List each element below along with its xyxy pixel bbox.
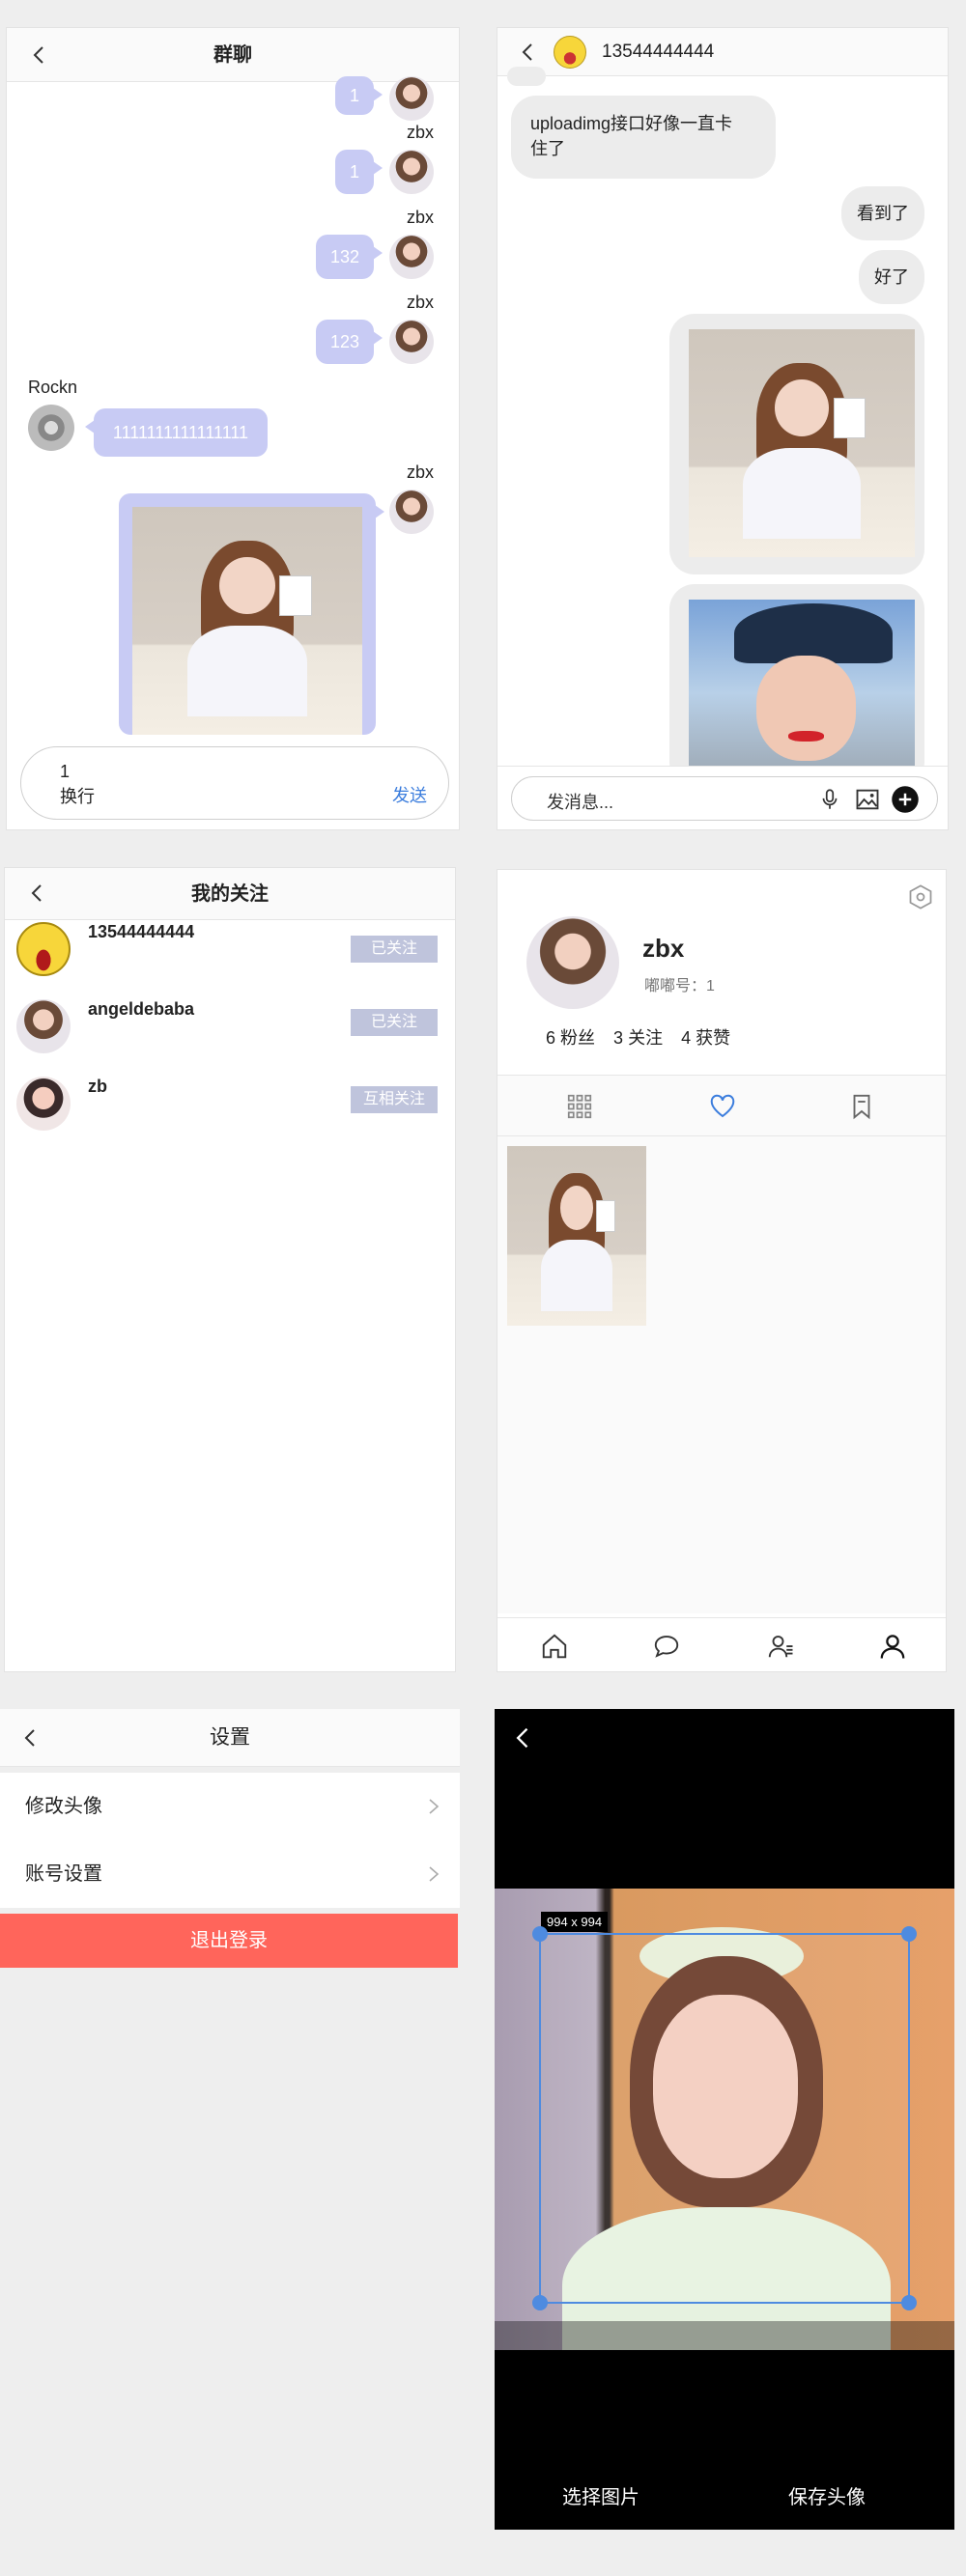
avatar[interactable] — [389, 76, 434, 121]
back-icon[interactable] — [19, 1726, 43, 1750]
choose-image-button[interactable]: 选择图片 — [562, 2481, 639, 2509]
message-input[interactable]: 发消息... — [511, 776, 938, 821]
settings-item-account[interactable]: 账号设置 — [0, 1840, 460, 1908]
page-title: 我的关注 — [191, 883, 269, 905]
following-panel: 我的关注 13544444444 已关注 angeldebaba 已关注 zb … — [4, 867, 456, 1672]
group-chat-panel: 群聊 1 zbx 1 zbx 132 zbx 123 Rockn 1111111… — [6, 27, 460, 830]
direct-chat-header: 13544444444 — [497, 28, 948, 76]
following-header: 我的关注 — [5, 868, 455, 920]
save-avatar-button[interactable]: 保存头像 — [788, 2481, 866, 2509]
username-label: zbx — [407, 123, 435, 142]
avatar — [16, 1077, 71, 1131]
crop-handle[interactable] — [901, 2295, 917, 2310]
liked-post-thumbnail[interactable] — [507, 1146, 646, 1326]
group-chat-header: 群聊 — [7, 28, 459, 82]
follow-button[interactable]: 已关注 — [351, 936, 438, 963]
friends-icon[interactable] — [766, 1632, 795, 1661]
list-item[interactable]: 13544444444 已关注 — [5, 920, 455, 994]
followers-count[interactable]: 6 粉丝 — [546, 1028, 595, 1048]
crop-box[interactable]: 994 x 994 — [532, 1912, 917, 2310]
profile-tabs — [497, 1075, 946, 1136]
back-icon[interactable] — [28, 43, 51, 67]
settings-item-avatar[interactable]: 修改头像 — [0, 1773, 460, 1840]
profile-icon[interactable] — [878, 1632, 907, 1661]
chevron-right-icon — [429, 1866, 440, 1882]
follow-button[interactable]: 已关注 — [351, 1009, 438, 1036]
image-message[interactable] — [119, 493, 384, 735]
username-label: zbx — [407, 293, 435, 312]
message-bubble[interactable]: 看到了 — [841, 186, 924, 240]
username-label: Rockn — [28, 378, 78, 397]
settings-header: 设置 — [0, 1709, 460, 1767]
message-bubble[interactable]: 好了 — [859, 250, 924, 304]
crop-size-label: 994 x 994 — [541, 1912, 609, 1932]
direct-chat-panel: 13544444444 uploadimg接口好像一直卡 住了 看到了 好了 发… — [497, 27, 949, 830]
crop-dim-bottom — [495, 2321, 954, 2350]
username-label: zbx — [407, 462, 435, 482]
chevron-right-icon — [429, 1799, 440, 1814]
username-label: zbx — [407, 208, 435, 227]
crop-handle[interactable] — [532, 1926, 548, 1942]
back-icon[interactable] — [517, 41, 540, 64]
page-title: 设置 — [210, 1726, 250, 1749]
grid-icon[interactable] — [565, 1092, 594, 1121]
contact-avatar-icon — [554, 36, 586, 69]
logout-button[interactable]: 退出登录 — [0, 1914, 458, 1968]
avatar[interactable] — [28, 405, 74, 451]
list-item[interactable]: angeldebaba 已关注 — [5, 994, 455, 1071]
microphone-icon[interactable] — [817, 787, 842, 812]
avatar[interactable] — [389, 320, 434, 364]
message-bubble[interactable]: uploadimg接口好像一直卡 住了 — [511, 96, 776, 179]
back-icon[interactable] — [26, 882, 49, 905]
user-name: zb — [88, 1077, 107, 1096]
image-icon[interactable] — [854, 786, 881, 813]
message-input[interactable]: 1 换行 — [60, 759, 95, 809]
image-message[interactable] — [669, 584, 924, 787]
chat-image — [689, 600, 915, 787]
page-title: 13544444444 — [602, 42, 715, 62]
message-bubble[interactable] — [507, 67, 546, 86]
likes-count[interactable]: 4 获赞 — [681, 1028, 730, 1048]
message-input-bar: 发消息... — [497, 766, 948, 829]
home-icon[interactable] — [540, 1632, 569, 1661]
message-bubble[interactable]: 1 — [335, 150, 383, 194]
page-title: 群聊 — [213, 44, 252, 66]
chat-image — [132, 507, 362, 735]
avatar-cropper-panel: 994 x 994 选择图片 保存头像 — [495, 1709, 954, 2530]
bookmark-icon[interactable] — [847, 1092, 876, 1121]
avatar[interactable] — [389, 490, 434, 534]
bottom-nav — [497, 1617, 946, 1671]
profile-panel: zbx 嘟嘟号：1 6 粉丝 3 关注 4 获赞 — [497, 869, 947, 1672]
following-count[interactable]: 3 关注 — [613, 1028, 663, 1048]
image-message[interactable] — [669, 314, 924, 574]
avatar[interactable] — [389, 235, 434, 279]
message-bubble[interactable]: 1 — [335, 76, 383, 115]
settings-panel: 设置 修改头像 账号设置 退出登录 — [0, 1709, 460, 2532]
heart-icon[interactable] — [708, 1092, 737, 1121]
crop-handle[interactable] — [901, 1926, 917, 1942]
follow-button[interactable]: 互相关注 — [351, 1086, 438, 1113]
avatar — [16, 999, 71, 1053]
crop-handle[interactable] — [532, 2295, 548, 2310]
emoji-avatar-icon — [16, 922, 71, 976]
profile-avatar[interactable] — [526, 916, 619, 1009]
settings-hexagon-icon[interactable] — [907, 883, 934, 910]
profile-stats: 6 粉丝 3 关注 4 获赞 — [546, 1024, 730, 1050]
user-name: angeldebaba — [88, 999, 195, 1019]
message-bubble[interactable]: 123 — [316, 320, 383, 364]
back-icon[interactable] — [510, 1724, 537, 1751]
send-button[interactable]: 发送 — [392, 782, 427, 807]
plus-icon[interactable] — [891, 785, 920, 814]
list-item[interactable]: zb 互相关注 — [5, 1071, 455, 1148]
avatar[interactable] — [389, 150, 434, 194]
message-icon[interactable] — [652, 1632, 681, 1661]
chat-image — [689, 329, 915, 557]
profile-username: zbx — [642, 934, 685, 963]
message-input-bar[interactable]: 1 换行 发送 — [20, 746, 449, 820]
user-name: 13544444444 — [88, 922, 195, 941]
message-bubble[interactable]: 1111111111111111 — [85, 408, 268, 457]
message-bubble[interactable]: 132 — [316, 235, 383, 279]
profile-id: 嘟嘟号：1 — [644, 978, 715, 994]
